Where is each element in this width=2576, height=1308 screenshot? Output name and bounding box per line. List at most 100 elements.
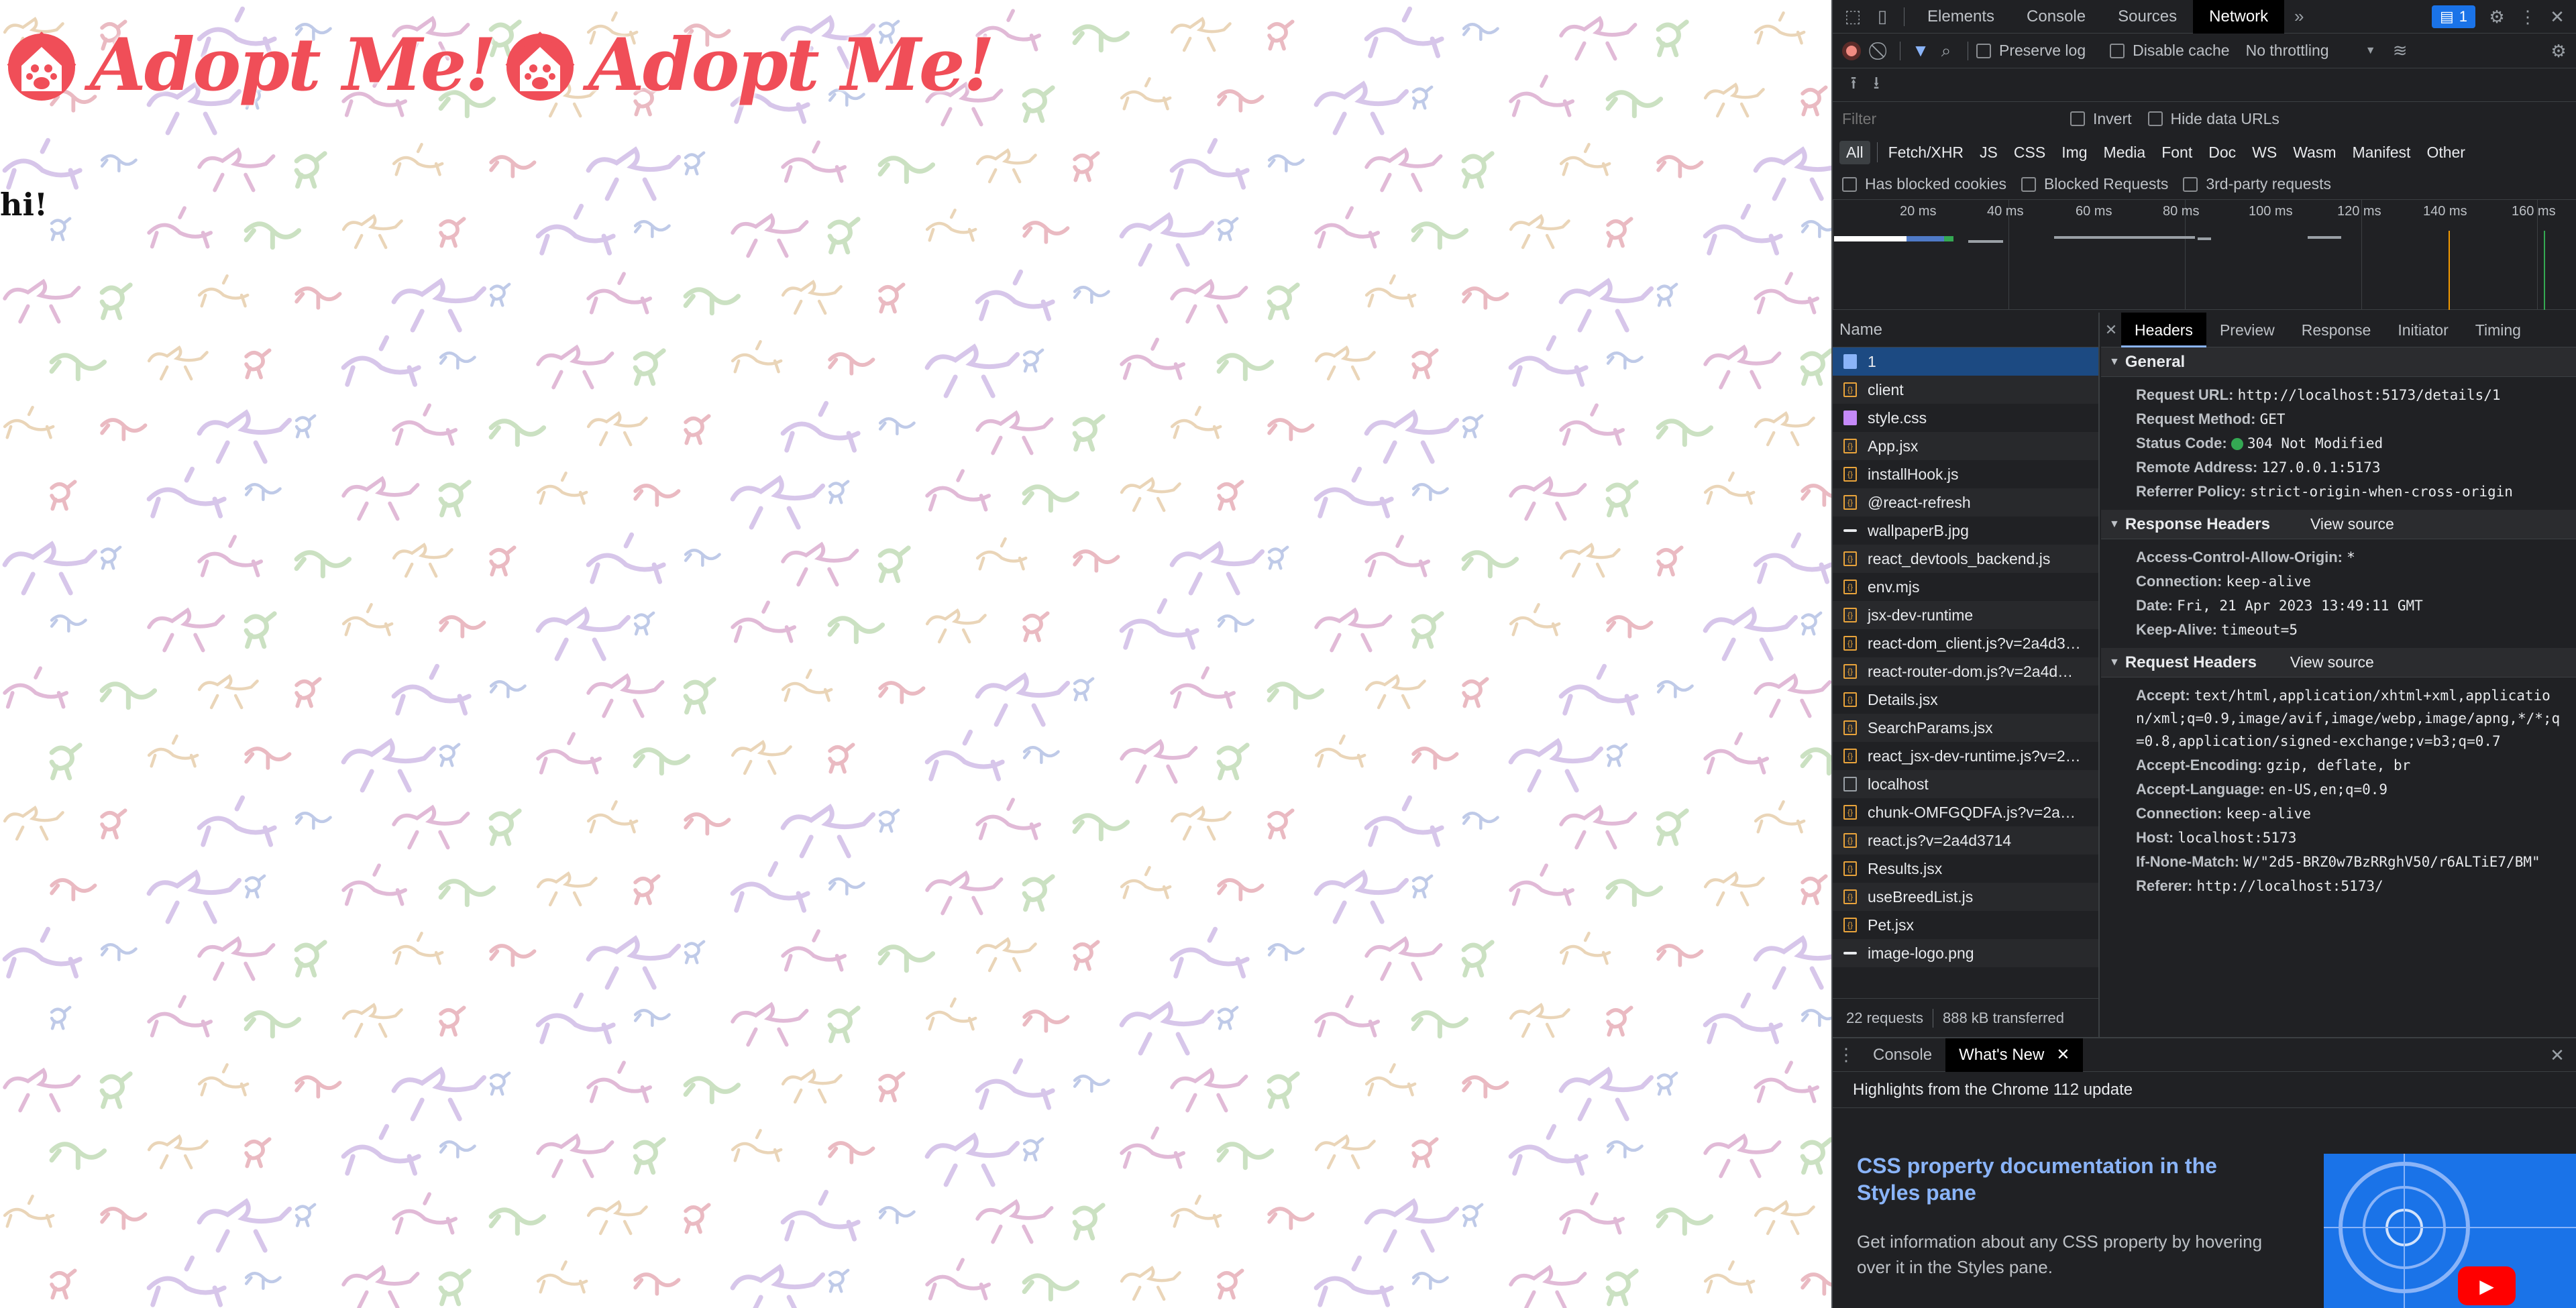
dropdown-caret-icon[interactable]: ▼ bbox=[2356, 36, 2385, 66]
type-filter-all[interactable]: All bbox=[1839, 140, 1870, 164]
inspect-element-icon[interactable]: ⬚ bbox=[1838, 2, 1868, 32]
tab-network[interactable]: Network bbox=[2193, 0, 2285, 34]
general-section-header[interactable]: ▼ General bbox=[2101, 347, 2576, 377]
doodle-animal bbox=[1119, 1001, 1215, 1056]
tab-console[interactable]: Console bbox=[2010, 0, 2102, 34]
request-row[interactable]: {} jsx-dev-runtime bbox=[1833, 601, 2098, 629]
type-filter-manifest[interactable]: Manifest bbox=[2346, 141, 2418, 164]
request-row[interactable]: {} chunk-OMFGQDFA.js?v=2a… bbox=[1833, 798, 2098, 826]
tab-whats-new[interactable]: What's New ✕ bbox=[1945, 1038, 2084, 1072]
request-row[interactable]: {} react_devtools_backend.js bbox=[1833, 545, 2098, 573]
request-row[interactable]: {} react.js?v=2a4d3714 bbox=[1833, 826, 2098, 855]
clear-icon[interactable]: ⃠ bbox=[1872, 36, 1892, 66]
search-icon[interactable]: ⌕ bbox=[1933, 36, 1960, 66]
type-filter-wasm[interactable]: Wasm bbox=[2286, 141, 2343, 164]
invert-checkbox[interactable] bbox=[2070, 111, 2085, 126]
tab-response[interactable]: Response bbox=[2288, 313, 2385, 347]
type-filter-fetch-xhr[interactable]: Fetch/XHR bbox=[1882, 141, 1970, 164]
response-headers-section-header[interactable]: ▼ Response Headers View source bbox=[2101, 510, 2576, 539]
record-stop-icon[interactable] bbox=[1842, 41, 1861, 60]
filter-input[interactable] bbox=[1842, 107, 2055, 131]
header-value: strict-origin-when-cross-origin bbox=[2249, 484, 2513, 500]
disable-cache-checkbox[interactable] bbox=[2110, 43, 2125, 58]
export-har-icon[interactable]: ⭳ bbox=[1865, 70, 1888, 100]
hide-data-urls-checkbox[interactable] bbox=[2147, 111, 2163, 126]
type-filter-img[interactable]: Img bbox=[2055, 141, 2094, 164]
request-row[interactable]: {} @react-refresh bbox=[1833, 488, 2098, 516]
close-detail-icon[interactable]: ✕ bbox=[2101, 315, 2121, 345]
has-blocked-cookies-checkbox[interactable] bbox=[1842, 176, 1857, 192]
timeline-overview[interactable]: 20 ms 40 ms 60 ms 80 ms 100 ms 120 ms 14… bbox=[1833, 200, 2576, 310]
network-settings-icon[interactable]: ⚙ bbox=[2544, 36, 2573, 66]
tab-timing[interactable]: Timing bbox=[2462, 313, 2534, 347]
request-row[interactable]: style.css bbox=[1833, 404, 2098, 432]
request-row[interactable]: {} react-dom_client.js?v=2a4d3… bbox=[1833, 629, 2098, 657]
close-drawer-icon[interactable]: ✕ bbox=[2542, 1040, 2572, 1070]
request-row[interactable]: {} App.jsx bbox=[1833, 432, 2098, 460]
type-filter-css[interactable]: CSS bbox=[2007, 141, 2052, 164]
more-tabs-icon[interactable]: » bbox=[2284, 2, 2314, 32]
request-row[interactable]: {} react-router-dom.js?v=2a4d… bbox=[1833, 657, 2098, 686]
settings-gear-icon[interactable]: ⚙ bbox=[2482, 2, 2512, 32]
kebab-menu-icon[interactable]: ⋮ bbox=[2513, 2, 2542, 32]
header-key: Accept: bbox=[2136, 687, 2190, 704]
tab-preview[interactable]: Preview bbox=[2206, 313, 2288, 347]
header-key: Access-Control-Allow-Origin: bbox=[2136, 549, 2343, 565]
doodle-animal bbox=[1411, 1010, 1469, 1039]
preserve-log-checkbox[interactable] bbox=[1976, 43, 1991, 58]
device-toolbar-icon[interactable]: ▯ bbox=[1868, 2, 1897, 32]
type-filter-font[interactable]: Font bbox=[2155, 141, 2199, 164]
tab-initiator[interactable]: Initiator bbox=[2384, 313, 2461, 347]
logo-link-2[interactable]: Adopt Me! bbox=[498, 23, 995, 107]
type-filter-ws[interactable]: WS bbox=[2245, 141, 2284, 164]
doodle-animal bbox=[1462, 414, 1484, 439]
request-row[interactable]: {} Results.jsx bbox=[1833, 855, 2098, 883]
request-row[interactable]: {} client bbox=[1833, 376, 2098, 404]
doodle-animal bbox=[1072, 414, 1106, 452]
tab-elements[interactable]: Elements bbox=[1911, 0, 2010, 34]
view-source-link[interactable]: View source bbox=[2290, 653, 2374, 671]
request-row[interactable]: {} Details.jsx bbox=[1833, 686, 2098, 714]
type-filter-other[interactable]: Other bbox=[2420, 141, 2472, 164]
import-har-icon[interactable]: ⭱ bbox=[1842, 70, 1865, 100]
tab-headers[interactable]: Headers bbox=[2121, 312, 2206, 347]
doodle-animal bbox=[586, 532, 666, 584]
blocked-requests-checkbox[interactable] bbox=[2021, 176, 2036, 192]
request-row[interactable]: {} Pet.jsx bbox=[1833, 911, 2098, 939]
close-devtools-icon[interactable]: ✕ bbox=[2542, 2, 2572, 32]
request-row[interactable]: {} env.mjs bbox=[1833, 573, 2098, 601]
header-value: GET bbox=[2259, 411, 2286, 427]
request-headers-section-header[interactable]: ▼ Request Headers View source bbox=[2101, 648, 2576, 677]
request-name: App.jsx bbox=[1868, 437, 1919, 455]
view-source-link[interactable]: View source bbox=[2310, 515, 2394, 533]
type-filter-doc[interactable]: Doc bbox=[2202, 141, 2243, 164]
doodle-animal bbox=[392, 931, 444, 965]
throttling-select[interactable]: No throttling bbox=[2246, 42, 2329, 60]
youtube-play-icon[interactable]: ▶ bbox=[2458, 1266, 2516, 1305]
issues-badge[interactable]: ▤ 1 bbox=[2431, 5, 2475, 28]
feature-title-link[interactable]: CSS property documentation in the Styles… bbox=[1857, 1152, 2259, 1206]
request-row[interactable]: {} react_jsx-dev-runtime.js?v=2… bbox=[1833, 742, 2098, 770]
request-row[interactable]: {} useBreedList.js bbox=[1833, 883, 2098, 911]
request-row[interactable]: {} installHook.js bbox=[1833, 460, 2098, 488]
request-row[interactable]: {} SearchParams.jsx bbox=[1833, 714, 2098, 742]
drawer-menu-icon[interactable]: ⋮ bbox=[1833, 1040, 1860, 1070]
close-tab-icon[interactable]: ✕ bbox=[2056, 1046, 2070, 1064]
type-filter-js[interactable]: JS bbox=[1973, 141, 2004, 164]
doodle-animal bbox=[3, 805, 64, 841]
request-row[interactable]: 1 bbox=[1833, 347, 2098, 376]
third-party-checkbox[interactable] bbox=[2183, 176, 2198, 192]
name-column-header[interactable]: Name bbox=[1833, 313, 2098, 347]
request-row[interactable]: localhost bbox=[1833, 770, 2098, 798]
request-row[interactable]: image-logo.png bbox=[1833, 939, 2098, 967]
tab-console-drawer[interactable]: Console bbox=[1860, 1038, 1945, 1072]
tab-sources[interactable]: Sources bbox=[2102, 0, 2193, 34]
request-row[interactable]: wallpaperB.jpg bbox=[1833, 516, 2098, 545]
video-thumbnail[interactable]: ▶ bbox=[2324, 1154, 2576, 1308]
network-conditions-icon[interactable]: ≋ bbox=[2385, 36, 2415, 66]
logo-link-1[interactable]: Adopt Me! bbox=[0, 23, 496, 107]
type-filter-media[interactable]: Media bbox=[2097, 141, 2153, 164]
doodle-animal bbox=[1508, 1124, 1589, 1176]
filter-icon[interactable]: ▼ bbox=[1909, 36, 1933, 66]
doodle-animal bbox=[1656, 680, 1694, 699]
